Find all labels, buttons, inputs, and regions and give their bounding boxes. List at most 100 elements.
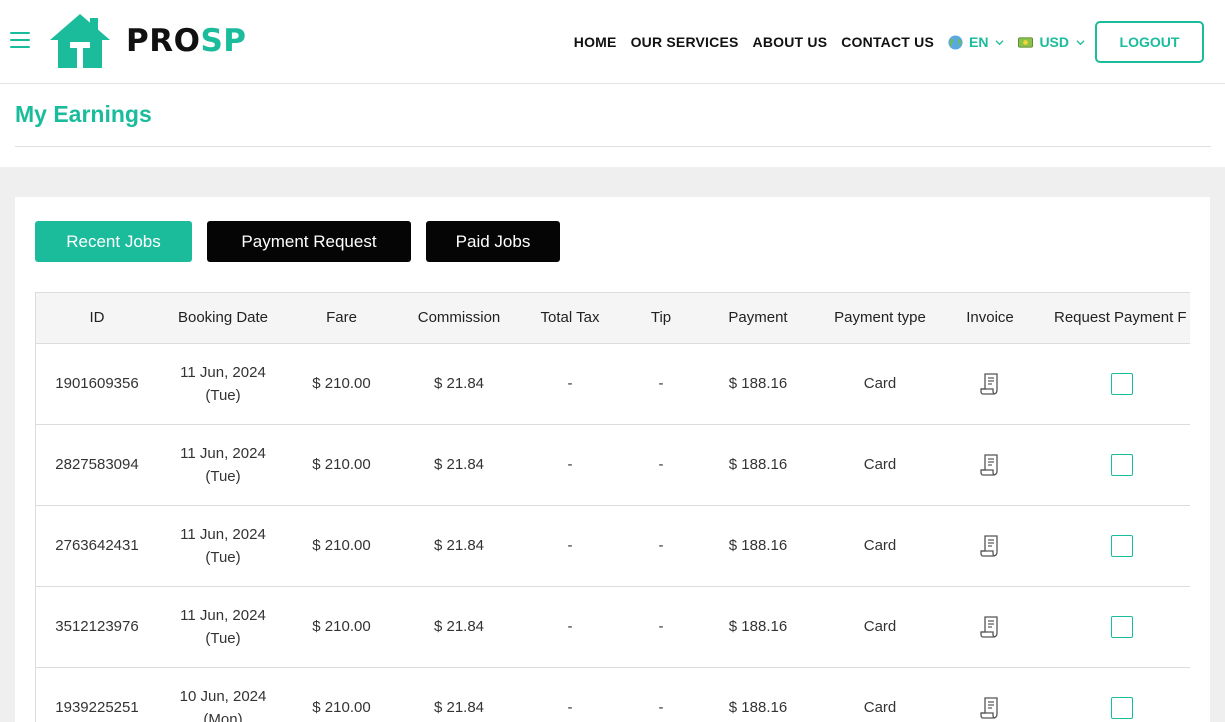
cell-payment: $ 188.16: [728, 375, 788, 392]
table-row: 2763642431 11 Jun, 2024 (Tue) $ 210.00 $ …: [36, 505, 1190, 586]
hamburger-icon[interactable]: [10, 32, 30, 50]
request-payment-checkbox[interactable]: [1111, 373, 1133, 396]
currency-label: USD: [1039, 34, 1069, 50]
nav-our-services[interactable]: OUR SERVICES: [631, 34, 739, 50]
cell-total-tax: -: [567, 375, 573, 392]
cell-fare: $ 210.00: [312, 537, 371, 554]
cell-booking-date: 11 Jun, 2024 (Tue): [158, 505, 288, 586]
cell-id: 1901609356: [55, 375, 139, 392]
cell-total-tax: -: [567, 537, 573, 554]
brand-name: PROSP: [126, 23, 247, 59]
cell-payment-type: Card: [863, 618, 897, 635]
chevron-down-icon: [995, 39, 1005, 45]
tab-payment-request[interactable]: Payment Request: [207, 221, 411, 262]
cell-commission: $ 21.84: [433, 537, 485, 554]
table-row: 3512123976 11 Jun, 2024 (Tue) $ 210.00 $ …: [36, 586, 1190, 667]
cell-payment: $ 188.16: [728, 699, 788, 716]
nav-about-us[interactable]: ABOUT US: [753, 34, 828, 50]
globe-icon: [948, 34, 963, 50]
cell-date: 11 Jun, 2024: [180, 606, 266, 624]
brand-logo[interactable]: PROSP: [48, 12, 247, 70]
header-payment: Payment: [705, 293, 811, 344]
title-divider: [15, 146, 1211, 147]
cell-id: 2763642431: [55, 537, 139, 554]
header-tip: Tip: [617, 293, 705, 344]
table-header-row: ID Booking Date Fare Commission Total Ta…: [36, 293, 1190, 344]
cell-booking-date: 10 Jun, 2024 (Mon): [158, 667, 288, 722]
cell-payment-type: Card: [863, 699, 897, 716]
cell-request-payment: [1031, 586, 1190, 667]
cell-date: 11 Jun, 2024: [180, 525, 266, 543]
table-row: 2827583094 11 Jun, 2024 (Tue) $ 210.00 $ …: [36, 424, 1190, 505]
earnings-tabs: Recent Jobs Payment Request Paid Jobs: [35, 221, 575, 262]
header-id: ID: [36, 293, 158, 344]
cell-date: 11 Jun, 2024: [180, 363, 266, 381]
tab-recent-jobs[interactable]: Recent Jobs: [35, 221, 192, 262]
cell-fare: $ 210.00: [312, 699, 371, 716]
cell-invoice: [949, 586, 1031, 667]
header-commission: Commission: [395, 293, 523, 344]
cell-payment-type: Card: [863, 375, 897, 392]
earnings-table-container[interactable]: ID Booking Date Fare Commission Total Ta…: [35, 292, 1190, 722]
header-invoice: Invoice: [949, 293, 1031, 344]
nav-contact-us[interactable]: CONTACT US: [841, 34, 934, 50]
site-header: PROSP HOME OUR SERVICES ABOUT US CONTACT…: [0, 0, 1225, 84]
cell-request-payment: [1031, 667, 1190, 722]
cell-tip: -: [658, 618, 664, 635]
cell-commission: $ 21.84: [433, 618, 485, 635]
cell-total-tax: -: [567, 456, 573, 473]
cell-day: (Tue): [205, 467, 241, 485]
cell-booking-date: 11 Jun, 2024 (Tue): [158, 424, 288, 505]
currency-dropdown[interactable]: USD: [1018, 34, 1085, 50]
earnings-table: ID Booking Date Fare Commission Total Ta…: [36, 293, 1190, 722]
cell-total-tax: -: [567, 699, 573, 716]
header-fare: Fare: [288, 293, 395, 344]
cell-id: 2827583094: [55, 456, 139, 473]
cell-id: 1939225251: [55, 699, 139, 716]
tab-paid-jobs[interactable]: Paid Jobs: [426, 221, 560, 262]
cell-booking-date: 11 Jun, 2024 (Tue): [158, 586, 288, 667]
chevron-down-icon: [1076, 39, 1085, 45]
cash-icon: [1018, 36, 1034, 48]
top-nav: HOME OUR SERVICES ABOUT US CONTACT US EN…: [560, 0, 1225, 84]
receipt-icon[interactable]: [980, 373, 1000, 395]
cell-tip: -: [658, 375, 664, 392]
receipt-icon[interactable]: [980, 697, 1000, 719]
cell-fare: $ 210.00: [312, 618, 371, 635]
cell-request-payment: [1031, 424, 1190, 505]
cell-day: (Mon): [203, 710, 243, 722]
receipt-icon[interactable]: [980, 535, 1000, 557]
cell-tip: -: [658, 456, 664, 473]
request-payment-checkbox[interactable]: [1111, 616, 1133, 639]
cell-id: 3512123976: [55, 618, 139, 635]
nav-home[interactable]: HOME: [574, 34, 617, 50]
cell-invoice: [949, 667, 1031, 722]
cell-payment: $ 188.16: [728, 537, 788, 554]
cell-request-payment: [1031, 343, 1190, 424]
receipt-icon[interactable]: [980, 454, 1000, 476]
cell-date: 11 Jun, 2024: [180, 444, 266, 462]
cell-commission: $ 21.84: [433, 699, 485, 716]
header-booking-date: Booking Date: [158, 293, 288, 344]
table-row: 1901609356 11 Jun, 2024 (Tue) $ 210.00 $ …: [36, 343, 1190, 424]
page-title: My Earnings: [15, 101, 152, 127]
earnings-card: Recent Jobs Payment Request Paid Jobs ID…: [15, 197, 1210, 722]
house-logo-icon: [50, 14, 110, 68]
request-payment-checkbox[interactable]: [1111, 697, 1133, 720]
brand-name-part2: SP: [200, 23, 247, 59]
header-total-tax: Total Tax: [523, 293, 617, 344]
cell-payment: $ 188.16: [728, 456, 788, 473]
cell-commission: $ 21.84: [433, 456, 485, 473]
language-dropdown[interactable]: EN: [948, 34, 1005, 50]
cell-tip: -: [658, 537, 664, 554]
cell-total-tax: -: [567, 618, 573, 635]
header-request-payment: Request Payment F: [1031, 293, 1190, 344]
logout-button[interactable]: LOGOUT: [1095, 21, 1204, 63]
request-payment-checkbox[interactable]: [1111, 454, 1133, 477]
request-payment-checkbox[interactable]: [1111, 535, 1133, 558]
receipt-icon[interactable]: [980, 616, 1000, 638]
cell-day: (Tue): [205, 629, 241, 647]
cell-invoice: [949, 424, 1031, 505]
table-row: 1939225251 10 Jun, 2024 (Mon) $ 210.00 $ …: [36, 667, 1190, 722]
language-label: EN: [968, 34, 989, 50]
